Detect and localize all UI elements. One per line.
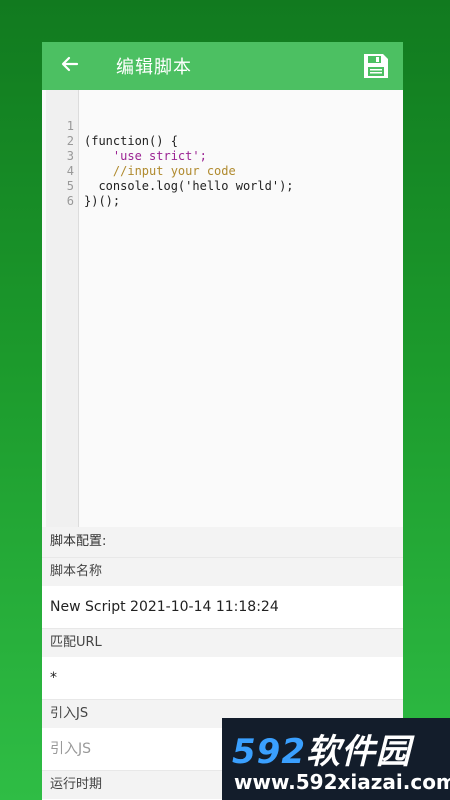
code-line: 5 })();: [42, 164, 403, 208]
app-window: 编辑脚本 1 (function() { 2 'use strict'; 3 /…: [42, 42, 403, 800]
watermark-text: 软件园: [305, 732, 411, 772]
code-line: 2 'use strict';: [42, 119, 403, 163]
watermark-number: 592: [232, 732, 306, 772]
back-button[interactable]: [42, 42, 98, 90]
script-name-field[interactable]: [42, 586, 397, 628]
site-watermark: 592软件园 www.592xiazai.com: [222, 718, 450, 800]
code-text: })();: [84, 194, 121, 208]
watermark-logo: 592软件园: [232, 724, 411, 773]
arrow-left-icon: [60, 54, 80, 78]
code-line: 4 console.log('hello world');: [42, 149, 403, 193]
floppy-disk-icon: [361, 54, 391, 85]
page-title: 编辑脚本: [116, 57, 192, 78]
code-editor[interactable]: 1 (function() { 2 'use strict'; 3 //inpu…: [42, 90, 403, 528]
top-app-bar: 编辑脚本: [42, 42, 403, 90]
field-label-script-name: 脚本名称: [42, 557, 403, 586]
code-line: 6: [42, 179, 403, 208]
code-line: 1 (function() {: [42, 104, 403, 148]
code-line: 3 //input your code: [42, 134, 403, 178]
save-button[interactable]: [361, 51, 391, 81]
watermark-url: www.592xiazai.com: [234, 770, 450, 794]
field-label-match-url: 匹配URL: [42, 628, 403, 657]
line-number: 6: [66, 194, 74, 208]
match-url-field[interactable]: [42, 657, 397, 699]
section-title: 脚本配置:: [42, 527, 403, 557]
